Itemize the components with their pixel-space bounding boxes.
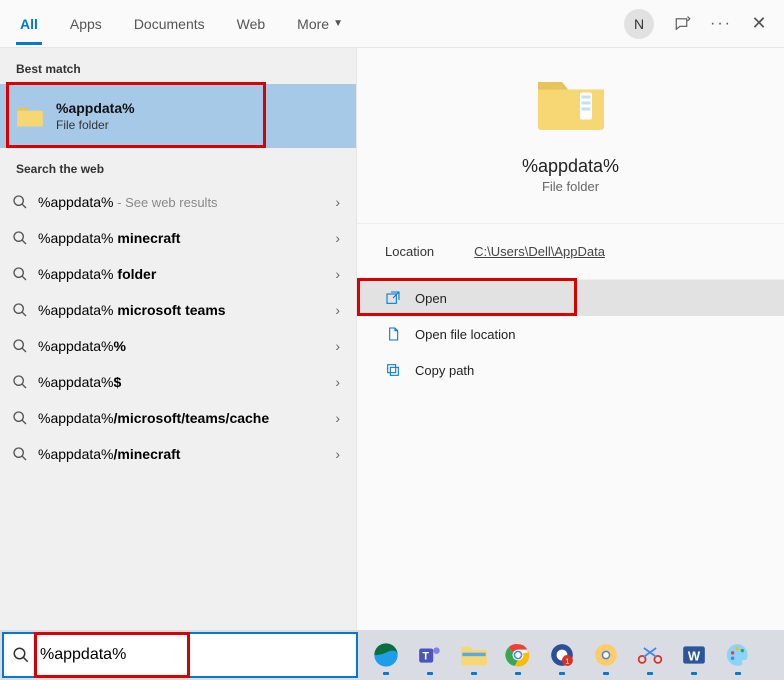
svg-text:W: W bbox=[688, 648, 701, 663]
open-icon bbox=[385, 290, 401, 306]
tabs-right: N ··· ✕ bbox=[624, 9, 768, 39]
best-match-title: %appdata% bbox=[56, 100, 135, 116]
action-copy-path[interactable]: Copy path bbox=[357, 352, 784, 388]
taskbar-paint[interactable] bbox=[720, 637, 756, 673]
chevron-right-icon: › bbox=[335, 446, 340, 462]
folder-icon bbox=[16, 104, 44, 128]
web-result-text: %appdata%/minecraft bbox=[38, 446, 325, 462]
action-open-location-label: Open file location bbox=[415, 327, 515, 342]
search-icon bbox=[12, 374, 28, 390]
web-result-item[interactable]: %appdata%% › bbox=[0, 328, 356, 364]
action-open-location[interactable]: Open file location bbox=[357, 316, 784, 352]
chevron-right-icon: › bbox=[335, 266, 340, 282]
section-search-web: Search the web bbox=[0, 148, 356, 184]
action-open[interactable]: Open bbox=[357, 280, 784, 316]
detail-header: %appdata% File folder bbox=[357, 72, 784, 223]
web-result-text: %appdata%/microsoft/teams/cache bbox=[38, 410, 325, 426]
taskbar-chrome-canary[interactable] bbox=[588, 637, 624, 673]
tab-more[interactable]: More ▼ bbox=[293, 4, 347, 44]
taskbar-app-generic-1[interactable]: 1 bbox=[544, 637, 580, 673]
more-icon[interactable]: ··· bbox=[712, 15, 730, 33]
tab-more-label: More bbox=[297, 16, 329, 32]
tab-web[interactable]: Web bbox=[233, 4, 270, 44]
chevron-right-icon: › bbox=[335, 338, 340, 354]
close-icon[interactable]: ✕ bbox=[750, 15, 768, 33]
detail-title: %appdata% bbox=[522, 156, 619, 177]
copy-icon bbox=[385, 362, 401, 378]
chevron-right-icon: › bbox=[335, 230, 340, 246]
search-icon bbox=[12, 446, 28, 462]
web-result-text: %appdata% folder bbox=[38, 266, 325, 282]
search-icon bbox=[12, 410, 28, 426]
web-result-text: %appdata% minecraft bbox=[38, 230, 325, 246]
chevron-right-icon: › bbox=[335, 374, 340, 390]
web-result-item[interactable]: %appdata%/microsoft/teams/cache › bbox=[0, 400, 356, 436]
best-match-text: %appdata% File folder bbox=[56, 100, 135, 132]
taskbar: T 1 W bbox=[360, 630, 784, 680]
taskbar-snip[interactable] bbox=[632, 637, 668, 673]
best-match-sub: File folder bbox=[56, 118, 135, 132]
taskbar-teams[interactable]: T bbox=[412, 637, 448, 673]
detail-location-row: Location C:\Users\Dell\AppData bbox=[357, 223, 784, 280]
web-results-list: %appdata% - See web results›%appdata% mi… bbox=[0, 184, 356, 472]
tab-apps[interactable]: Apps bbox=[66, 4, 106, 44]
web-result-text: %appdata%$ bbox=[38, 374, 325, 390]
web-result-item[interactable]: %appdata% microsoft teams › bbox=[0, 292, 356, 328]
chevron-down-icon: ▼ bbox=[333, 18, 343, 29]
web-result-item[interactable]: %appdata%/minecraft › bbox=[0, 436, 356, 472]
search-icon bbox=[12, 338, 28, 354]
web-result-text: %appdata% microsoft teams bbox=[38, 302, 325, 318]
search-icon bbox=[12, 194, 28, 210]
search-icon bbox=[12, 230, 28, 246]
chevron-right-icon: › bbox=[335, 302, 340, 318]
bottom-bar: T 1 W bbox=[0, 630, 784, 680]
folder-icon bbox=[535, 72, 607, 134]
annotation-highlight bbox=[6, 82, 266, 148]
svg-text:T: T bbox=[422, 650, 429, 662]
web-result-text: %appdata%% bbox=[38, 338, 325, 354]
taskbar-word[interactable]: W bbox=[676, 637, 712, 673]
taskbar-file-explorer[interactable] bbox=[456, 637, 492, 673]
search-tabs: All Apps Documents Web More ▼ N ··· ✕ bbox=[0, 0, 784, 48]
best-match-item[interactable]: %appdata% File folder bbox=[0, 84, 356, 148]
web-result-item[interactable]: %appdata%$ › bbox=[0, 364, 356, 400]
taskbar-edge[interactable] bbox=[368, 637, 404, 673]
svg-text:1: 1 bbox=[565, 657, 569, 666]
tab-documents[interactable]: Documents bbox=[130, 4, 209, 44]
search-input[interactable] bbox=[40, 646, 348, 664]
feedback-icon[interactable] bbox=[674, 15, 692, 33]
file-location-icon bbox=[385, 326, 401, 342]
location-path-link[interactable]: C:\Users\Dell\AppData bbox=[474, 244, 605, 259]
web-result-item[interactable]: %appdata% minecraft › bbox=[0, 220, 356, 256]
main-split: Best match %appdata% File folder Search … bbox=[0, 48, 784, 630]
web-result-item[interactable]: %appdata% folder › bbox=[0, 256, 356, 292]
chevron-right-icon: › bbox=[335, 194, 340, 210]
detail-sub: File folder bbox=[542, 179, 599, 194]
location-label: Location bbox=[385, 244, 434, 259]
action-copy-path-label: Copy path bbox=[415, 363, 474, 378]
chevron-right-icon: › bbox=[335, 410, 340, 426]
search-icon bbox=[12, 266, 28, 282]
search-box[interactable] bbox=[2, 632, 358, 678]
section-best-match: Best match bbox=[0, 48, 356, 84]
taskbar-chrome[interactable] bbox=[500, 637, 536, 673]
web-result-item[interactable]: %appdata% - See web results › bbox=[0, 184, 356, 220]
results-panel: Best match %appdata% File folder Search … bbox=[0, 48, 356, 630]
tab-all[interactable]: All bbox=[16, 4, 42, 44]
web-result-text: %appdata% - See web results bbox=[38, 194, 325, 210]
search-icon bbox=[12, 646, 30, 664]
search-icon bbox=[12, 302, 28, 318]
avatar[interactable]: N bbox=[624, 9, 654, 39]
detail-panel: %appdata% File folder Location C:\Users\… bbox=[356, 48, 784, 630]
action-open-label: Open bbox=[415, 291, 447, 306]
